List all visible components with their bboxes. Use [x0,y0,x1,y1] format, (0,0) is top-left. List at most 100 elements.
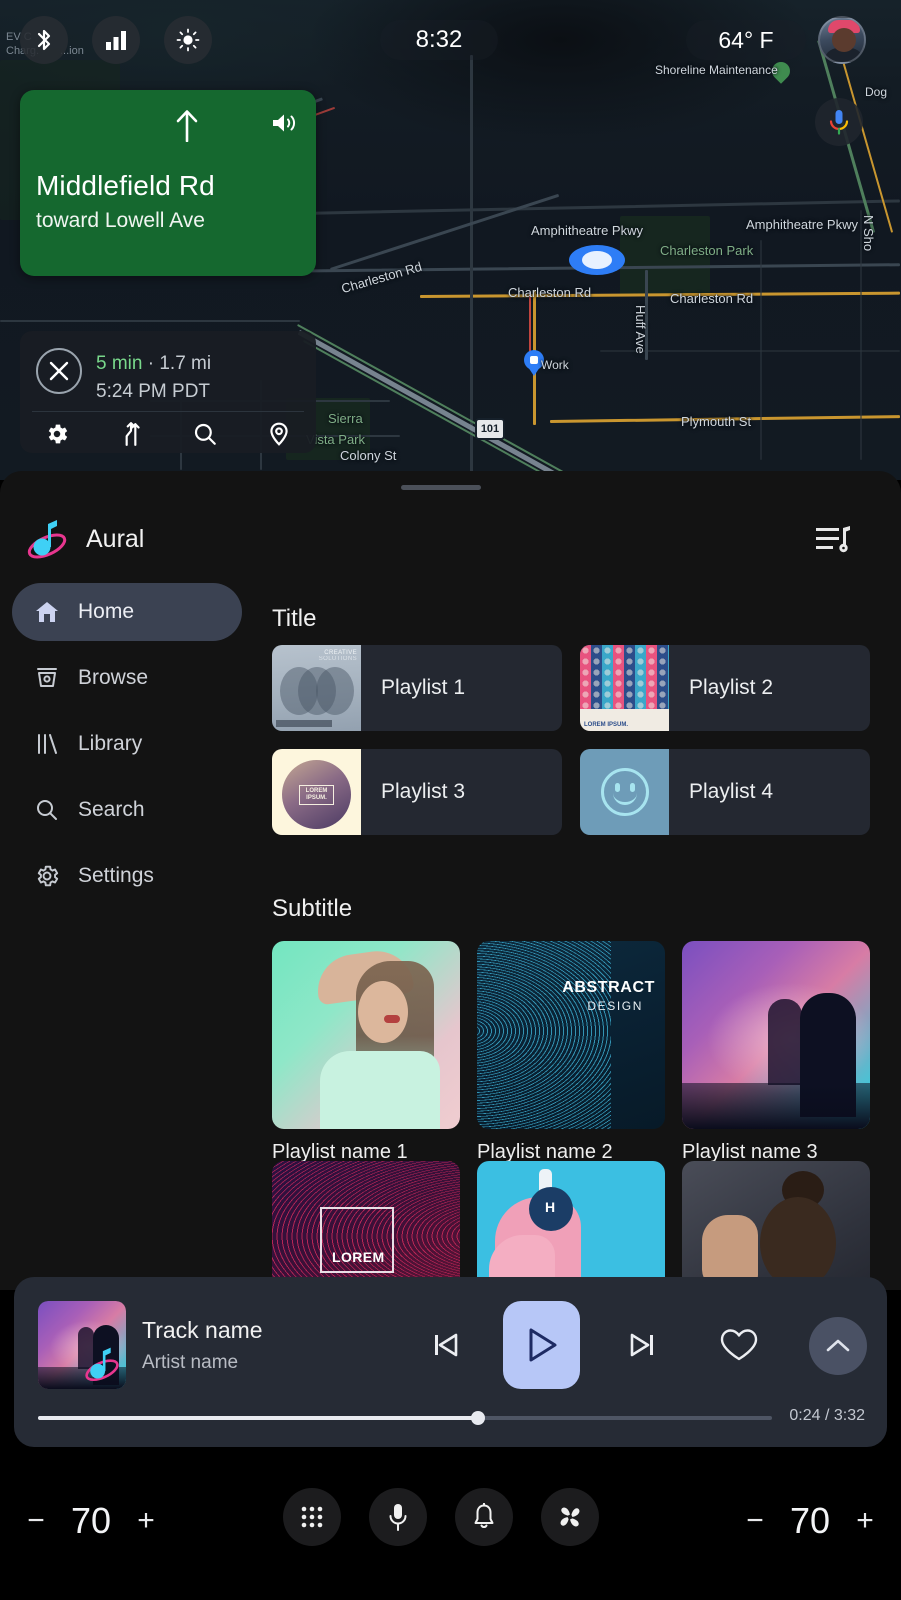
sidebar: Home Browse Library Search Settings [0,583,262,1290]
playlist-card[interactable]: Playlist 4 [580,749,870,835]
section-subtitle: Subtitle [272,895,353,922]
fan-icon [560,1507,580,1527]
thumb-tag: LOREM IPSUM. [299,785,334,805]
play-button[interactable] [503,1301,580,1389]
skip-next-button[interactable] [622,1325,662,1365]
playlist-card[interactable]: LOREM IPSUM. Playlist 2 [580,645,870,731]
navigation-instruction-card[interactable]: Middlefield Rd toward Lowell Ave [20,90,316,276]
brightness-button[interactable] [164,16,212,64]
playlist-thumbnail [580,749,669,835]
progress-slider[interactable] [38,1411,772,1425]
artwork-text-line1: ABSTRACT [562,979,655,996]
playlist-card[interactable]: LOREM IPSUM. Playlist 3 [272,749,562,835]
chevron-up-icon [826,1339,850,1352]
passenger-temp-decrease[interactable]: − [735,1504,775,1538]
main-content: Title CREATIVE SOLUTIONS Playlist 1 LORE… [262,583,901,1290]
sidebar-item-library[interactable]: Library [12,715,242,773]
map-road [470,55,473,475]
sidebar-item-label: Home [78,600,135,623]
artist-name: Artist name [142,1352,239,1373]
avatar[interactable] [818,16,866,64]
big-playlist-card[interactable]: LOREM [272,1161,460,1290]
volume-on-icon[interactable] [270,110,298,136]
bluetooth-button[interactable] [20,16,68,64]
microphone-icon [389,1504,407,1531]
big-playlist-card[interactable]: H [477,1161,665,1290]
skip-previous-button[interactable] [426,1325,466,1365]
expand-player-button[interactable] [809,1317,867,1375]
big-playlist-row-2: LOREM H [272,1161,870,1290]
notification-bell-button[interactable] [455,1488,513,1546]
end-navigation-button[interactable] [36,348,82,394]
car-infotainment-screen: 101 Shoreline Maintenance Dog Amphitheatre… [0,0,901,1600]
nav-settings-button[interactable] [20,421,94,447]
map-label: Work [541,358,569,372]
signal-bars-icon [106,31,126,50]
map-label: Huff Ave [633,305,648,354]
playlist-card-row-1: CREATIVE SOLUTIONS Playlist 1 LOREM IPSU… [272,645,870,731]
sidebar-item-label: Search [78,798,145,821]
big-playlist-card[interactable]: Playlist name 1 [272,941,460,1164]
driver-temp-increase[interactable]: + [126,1504,166,1538]
assistant-mic-icon [829,110,849,135]
now-playing-artwork[interactable] [38,1301,126,1389]
playlist-card-row-2: LOREM IPSUM. Playlist 3 Playlist 4 [272,749,870,835]
nav-location-button[interactable] [242,421,316,447]
big-playlist-card[interactable] [682,1161,870,1290]
now-playing-bar: Track name Artist name 0:24 / 3:32 [14,1277,887,1447]
search-icon [194,423,216,445]
map-label: Amphitheatre Pkwy [746,217,858,232]
panel-drag-handle[interactable] [401,485,481,490]
playlist-artwork [682,941,870,1129]
location-pin-icon [270,422,288,446]
music-app-panel: Aural Home Browse Library Search Settings Ti… [0,471,901,1290]
big-playlist-card[interactable]: ABSTRACT DESIGN Playlist name 2 [477,941,665,1164]
settings-icon [48,424,68,444]
apps-grid-button[interactable] [283,1488,341,1546]
passenger-temp-value: 70 [789,1500,831,1541]
sidebar-item-browse[interactable]: Browse [12,649,242,707]
playlist-card[interactable]: CREATIVE SOLUTIONS Playlist 1 [272,645,562,731]
eta-distance: 1.7 mi [159,353,212,374]
divider [32,411,304,412]
eta-duration: 5 min [96,353,143,374]
eta-actions-row [20,415,316,453]
microphone-button[interactable] [369,1488,427,1546]
settings-gear-icon [30,863,64,889]
clock: 8:32 [380,20,498,60]
sidebar-item-home[interactable]: Home [12,583,242,641]
sidebar-item-label: Browse [78,666,149,689]
passenger-temp-increase[interactable]: + [845,1504,885,1538]
app-content: Home Browse Library Search Settings Title CR… [0,583,901,1290]
play-icon [529,1328,556,1362]
signal-button[interactable] [92,16,140,64]
aural-watermark-icon [85,1347,119,1382]
passenger-climate-control: − 70 + [735,1500,885,1542]
route-alternatives-button[interactable] [94,421,168,447]
favorite-button[interactable] [718,1325,760,1365]
sidebar-item-search[interactable]: Search [12,781,242,839]
progress-fill [38,1416,479,1420]
playlist-card-label: Playlist 2 [689,676,774,699]
nav-search-button[interactable] [168,421,242,447]
aural-music-note-logo [27,520,67,559]
playlist-artwork [272,941,460,1129]
playlist-artwork: H [477,1161,665,1290]
sidebar-item-settings[interactable]: Settings [12,847,242,905]
fan-button[interactable] [541,1488,599,1546]
next-street-name: Middlefield Rd [36,170,215,201]
queue-music-icon[interactable] [816,525,850,555]
assistant-mic-button[interactable] [815,98,863,146]
playlist-thumbnail: LOREM IPSUM. [272,749,361,835]
artwork-badge: H [545,1199,556,1215]
driver-temp-decrease[interactable]: − [16,1504,56,1538]
driver-temp-value: 70 [70,1500,112,1541]
big-playlist-card[interactable]: Playlist name 3 [682,941,870,1164]
eta-separator: · [142,353,160,374]
library-icon [30,731,64,757]
map-road [529,292,531,352]
bluetooth-icon [37,29,51,51]
progress-thumb[interactable] [471,1411,486,1425]
status-bar: EV C Charg. ...ion [0,0,901,80]
track-name: Track name [142,1317,263,1343]
